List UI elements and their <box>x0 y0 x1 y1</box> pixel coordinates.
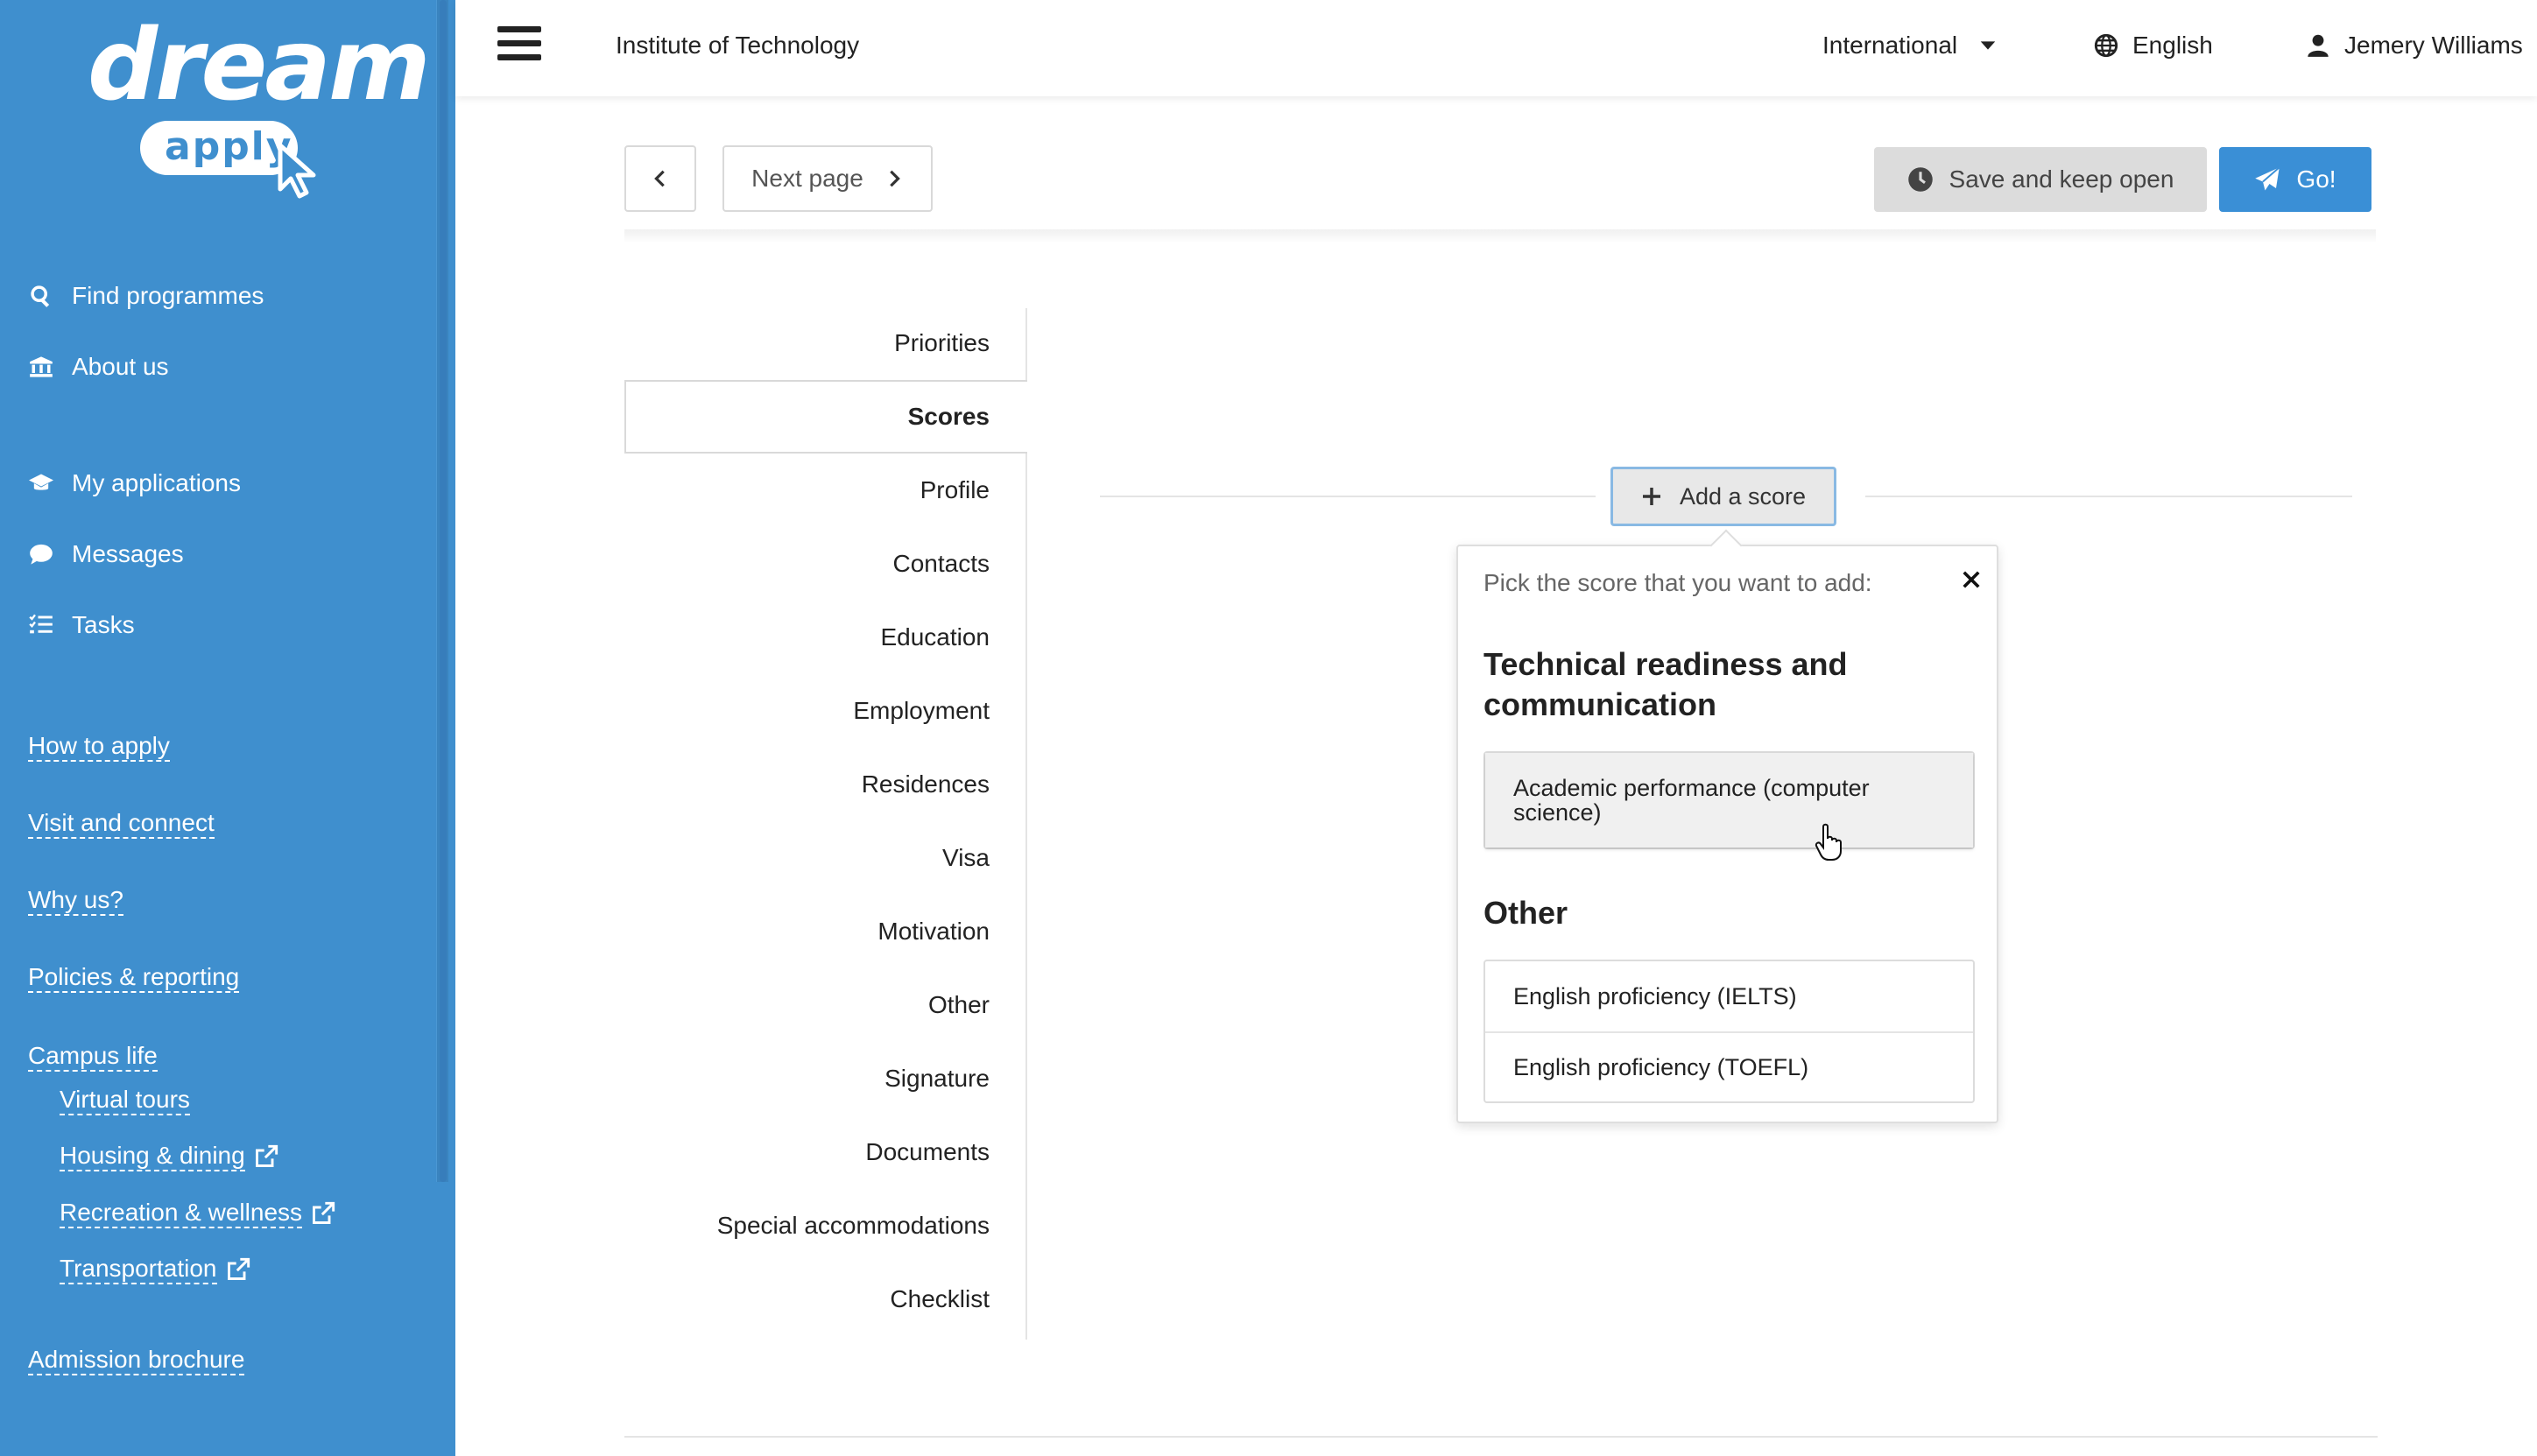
language-label: English <box>2132 32 2213 59</box>
link-how-to-apply[interactable]: How to apply <box>28 732 170 762</box>
logo-cursor-icon <box>278 143 316 199</box>
scrollbar-thumb[interactable] <box>440 0 447 1182</box>
next-page-label: Next page <box>751 165 863 192</box>
tab-visa[interactable]: Visa <box>624 821 1027 895</box>
link-visit-and-connect[interactable]: Visit and connect <box>28 809 215 839</box>
link-housing-dining[interactable]: Housing & dining <box>60 1142 245 1171</box>
external-link-icon <box>313 1201 335 1224</box>
link-recreation-wellness-wrap: Recreation & wellness <box>60 1199 335 1228</box>
sidebar-item-tasks[interactable]: Tasks <box>28 611 135 639</box>
tab-signature[interactable]: Signature <box>624 1042 1027 1115</box>
go-label: Go! <box>2296 165 2336 193</box>
next-page-button[interactable]: Next page <box>722 145 933 212</box>
tab-documents[interactable]: Documents <box>624 1115 1027 1189</box>
option-group-technical: Academic performance (computer science) <box>1483 751 1975 849</box>
save-and-keep-open-button[interactable]: Save and keep open <box>1874 147 2207 212</box>
link-housing-dining-wrap: Housing & dining <box>60 1142 278 1171</box>
tab-contacts[interactable]: Contacts <box>624 527 1027 601</box>
plus-icon <box>1642 488 1660 505</box>
region-label: International <box>1822 32 1958 59</box>
sidebar-item-label: Messages <box>72 540 184 567</box>
link-why-us[interactable]: Why us? <box>28 886 123 916</box>
institution-icon <box>28 354 54 380</box>
heading-line: Technical readiness and <box>1483 646 1848 682</box>
add-score-label: Add a score <box>1679 482 1807 510</box>
dreamapply-logo[interactable]: dream apply <box>88 9 431 201</box>
tab-residences[interactable]: Residences <box>624 748 1027 821</box>
option-english-ielts[interactable]: English proficiency (IELTS) <box>1485 961 1973 1031</box>
sidebar-item-messages[interactable]: Messages <box>28 540 184 568</box>
region-dropdown[interactable]: International <box>1822 32 1998 60</box>
external-link-icon <box>227 1257 250 1280</box>
sidebar-scrollbar[interactable] <box>436 0 448 1182</box>
link-admission-brochure[interactable]: Admission brochure <box>28 1346 245 1375</box>
logo-word-dream: dream <box>88 9 431 123</box>
chevron-right-icon <box>890 170 900 187</box>
group-heading-technical: Technical readiness and communication <box>1483 644 1848 725</box>
link-recreation-wellness[interactable]: Recreation & wellness <box>60 1199 303 1228</box>
option-english-toefl[interactable]: English proficiency (TOEFL) <box>1485 1031 1973 1101</box>
footer-divider <box>624 1436 2378 1438</box>
tab-profile[interactable]: Profile <box>624 454 1027 527</box>
go-submit-button[interactable]: Go! <box>2219 147 2371 212</box>
graduation-cap-icon <box>28 470 54 496</box>
link-transportation-wrap: Transportation <box>60 1255 250 1284</box>
language-selector[interactable]: English <box>2094 32 2213 60</box>
add-score-button[interactable]: Add a score <box>1610 467 1836 526</box>
sidebar-item-label: Find programmes <box>72 282 264 309</box>
option-academic-performance[interactable]: Academic performance (computer science) <box>1485 753 1973 848</box>
tab-other[interactable]: Other <box>624 968 1027 1042</box>
clock-icon <box>1907 167 1933 192</box>
option-label-line: Academic performance (computer <box>1513 775 1870 801</box>
link-virtual-tours[interactable]: Virtual tours <box>60 1086 190 1115</box>
close-icon[interactable] <box>1957 566 1985 594</box>
tab-motivation[interactable]: Motivation <box>624 895 1027 968</box>
sidebar-item-label: About us <box>72 353 169 380</box>
sidebar-item-my-applications[interactable]: My applications <box>28 469 241 497</box>
sidebar: dream apply Find programmes About us My … <box>0 0 455 1456</box>
user-icon <box>2308 34 2329 57</box>
institution-name: Institute of Technology <box>616 32 860 59</box>
caret-down-icon <box>1980 41 1996 50</box>
chat-bubble-icon <box>28 541 54 567</box>
option-group-other: English proficiency (IELTS) English prof… <box>1483 960 1975 1103</box>
external-link-icon <box>255 1144 278 1167</box>
section-tabs: Priorities Scores Profile Contacts Educa… <box>624 306 1027 1336</box>
sidebar-item-label: Tasks <box>72 611 135 638</box>
link-policies-reporting[interactable]: Policies & reporting <box>28 963 240 993</box>
group-heading-other: Other <box>1483 895 1568 931</box>
tab-special-accommodations[interactable]: Special accommodations <box>624 1189 1027 1263</box>
option-label-line: science) <box>1513 799 1602 826</box>
task-list-icon <box>28 612 54 638</box>
link-campus-life[interactable]: Campus life <box>28 1042 158 1072</box>
sidebar-item-find-programmes[interactable]: Find programmes <box>28 282 264 310</box>
divider-right <box>1865 496 2352 497</box>
sidebar-item-label: My applications <box>72 469 241 496</box>
paper-plane-icon <box>2255 166 2280 191</box>
score-picker-popover: Pick the score that you want to add: Tec… <box>1456 529 1998 1123</box>
tab-education[interactable]: Education <box>624 601 1027 674</box>
user-menu[interactable]: Jemery Williams <box>2306 32 2523 60</box>
search-icon <box>28 283 54 309</box>
save-label: Save and keep open <box>1949 165 2174 193</box>
link-transportation[interactable]: Transportation <box>60 1255 217 1284</box>
tab-checklist[interactable]: Checklist <box>624 1263 1027 1336</box>
top-bar: Institute of Technology International En… <box>455 0 2537 96</box>
tab-priorities[interactable]: Priorities <box>624 306 1027 380</box>
hand-pointer-cursor-icon <box>1815 823 1842 861</box>
tab-employment[interactable]: Employment <box>624 674 1027 748</box>
globe-icon <box>2094 33 2118 58</box>
divider-left <box>1100 496 1596 497</box>
hamburger-menu-icon[interactable] <box>497 26 541 65</box>
action-bar-shadow <box>624 229 2376 243</box>
popover-hint: Pick the score that you want to add: <box>1483 569 1872 596</box>
chevron-left-icon <box>654 170 665 187</box>
tab-scores[interactable]: Scores <box>624 380 1027 454</box>
user-name: Jemery Williams <box>2344 32 2523 59</box>
sidebar-item-about-us[interactable]: About us <box>28 353 169 381</box>
previous-page-button[interactable] <box>624 145 696 212</box>
popover-arrow <box>1709 529 1743 562</box>
heading-line: communication <box>1483 686 1717 722</box>
